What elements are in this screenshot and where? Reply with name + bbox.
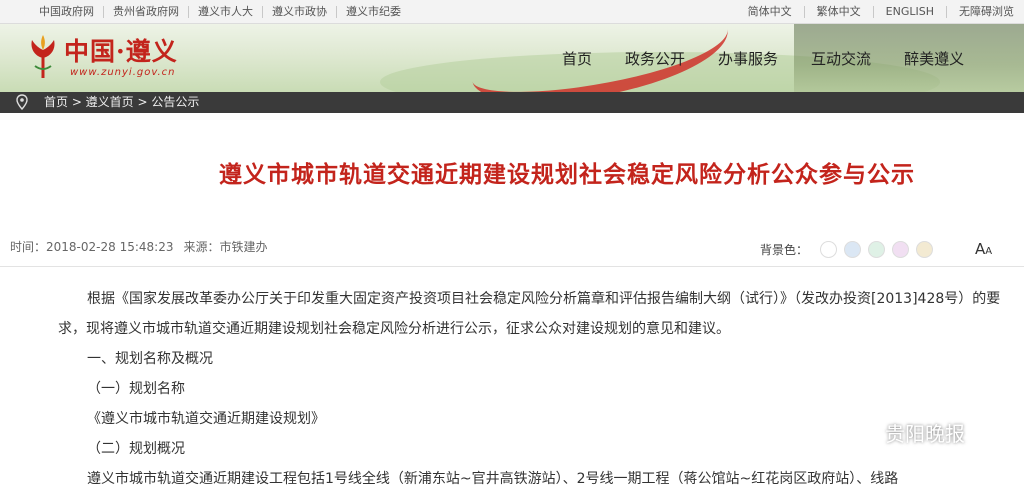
breadcrumb: 首页 > 遵义首页 > 公告公示 — [0, 92, 1024, 113]
lang-traditional[interactable]: 繁体中文 — [805, 5, 874, 18]
torch-logo-icon — [31, 35, 55, 78]
nav-interaction[interactable]: 互动交流 — [811, 48, 871, 69]
nav-services[interactable]: 办事服务 — [718, 48, 778, 69]
logo-url: www.zunyi.gov.cn — [70, 67, 176, 78]
breadcrumb-trail[interactable]: 首页 > 遵义首页 > 公告公示 — [44, 94, 199, 110]
meta-divider — [0, 266, 1024, 267]
link-zunyi-cppcc[interactable]: 遵义市政协 — [263, 5, 337, 18]
link-guizhou-gov[interactable]: 贵州省政府网 — [104, 5, 189, 18]
time-label: 时间： — [10, 240, 47, 254]
location-pin-icon — [16, 94, 28, 110]
watermark: 贵阳晚报 — [847, 418, 965, 447]
lang-simplified[interactable]: 简体中文 — [736, 5, 805, 18]
language-switcher: 简体中文 繁体中文 ENGLISH 无障碍浏览 — [736, 0, 1024, 23]
nav-home[interactable]: 首页 — [562, 48, 592, 69]
article-source: 市铁建办 — [219, 240, 268, 254]
bg-swatch-pink[interactable] — [892, 241, 910, 258]
font-size-toggle[interactable]: AA — [975, 240, 992, 258]
bg-swatch-green[interactable] — [868, 241, 886, 258]
font-size-icon: A — [975, 240, 986, 258]
publish-time: 2018-02-28 15:48:23 — [46, 240, 174, 254]
site-logo[interactable]: 中国·遵义 www.zunyi.gov.cn — [26, 30, 216, 86]
accessibility-link[interactable]: 无障碍浏览 — [947, 5, 1024, 18]
bg-swatch-white[interactable] — [820, 241, 838, 258]
bg-swatch-yellow[interactable] — [916, 241, 934, 258]
wechat-icon — [848, 421, 875, 443]
font-size-icon-small: A — [985, 246, 993, 257]
logo-text: 中国·遵义 — [64, 37, 178, 66]
paragraph: （二）规划概况 — [87, 441, 185, 457]
article-meta: 时间：2018-02-28 15:48:23 来源：市铁建办 — [10, 238, 268, 255]
paragraph: 遵义市城市轨道交通近期建设工程包括1号线全线（新浦东站~官井高铁游站）、2号线一… — [87, 471, 899, 487]
bg-swatch-blue[interactable] — [844, 241, 862, 258]
paragraph: 根据《国家发展改革委办公厅关于印发重大固定资产投资项目社会稳定风险分析篇章和评估… — [87, 291, 1001, 307]
source-label: 来源： — [183, 240, 220, 254]
background-color-selector: 背景色： — [760, 241, 934, 258]
external-links: 中国政府网 贵州省政府网 遵义市人大 遵义市政协 遵义市纪委 — [30, 0, 410, 23]
paragraph: 求，现将遵义市城市轨道交通近期建设规划社会稳定风险分析进行公示，征求公众对建设规… — [58, 321, 730, 337]
main-nav: 首页 政务公开 办事服务 互动交流 醉美遵义 — [562, 24, 997, 92]
site-header: 中国·遵义 www.zunyi.gov.cn 首页 政务公开 办事服务 互动交流… — [0, 24, 1024, 92]
lang-english[interactable]: ENGLISH — [874, 5, 947, 18]
nav-gov-affairs[interactable]: 政务公开 — [625, 48, 685, 69]
link-gov-china[interactable]: 中国政府网 — [30, 5, 104, 18]
link-zunyi-discipline[interactable]: 遵义市纪委 — [337, 5, 410, 18]
link-zunyi-npc[interactable]: 遵义市人大 — [189, 5, 263, 18]
paragraph: 《遵义市城市轨道交通近期建设规划》 — [87, 411, 325, 427]
watermark-text: 贵阳晚报 — [885, 422, 965, 446]
paragraph: 一、规划名称及概况 — [87, 351, 213, 367]
nav-zunyi[interactable]: 醉美遵义 — [904, 48, 964, 69]
article-title: 遵义市城市轨道交通近期建设规划社会稳定风险分析公众参与公示 — [219, 162, 915, 188]
bg-color-label: 背景色： — [760, 243, 809, 257]
top-utility-bar: 中国政府网 贵州省政府网 遵义市人大 遵义市政协 遵义市纪委 简体中文 繁体中文… — [0, 0, 1024, 24]
paragraph: （一）规划名称 — [87, 381, 185, 397]
